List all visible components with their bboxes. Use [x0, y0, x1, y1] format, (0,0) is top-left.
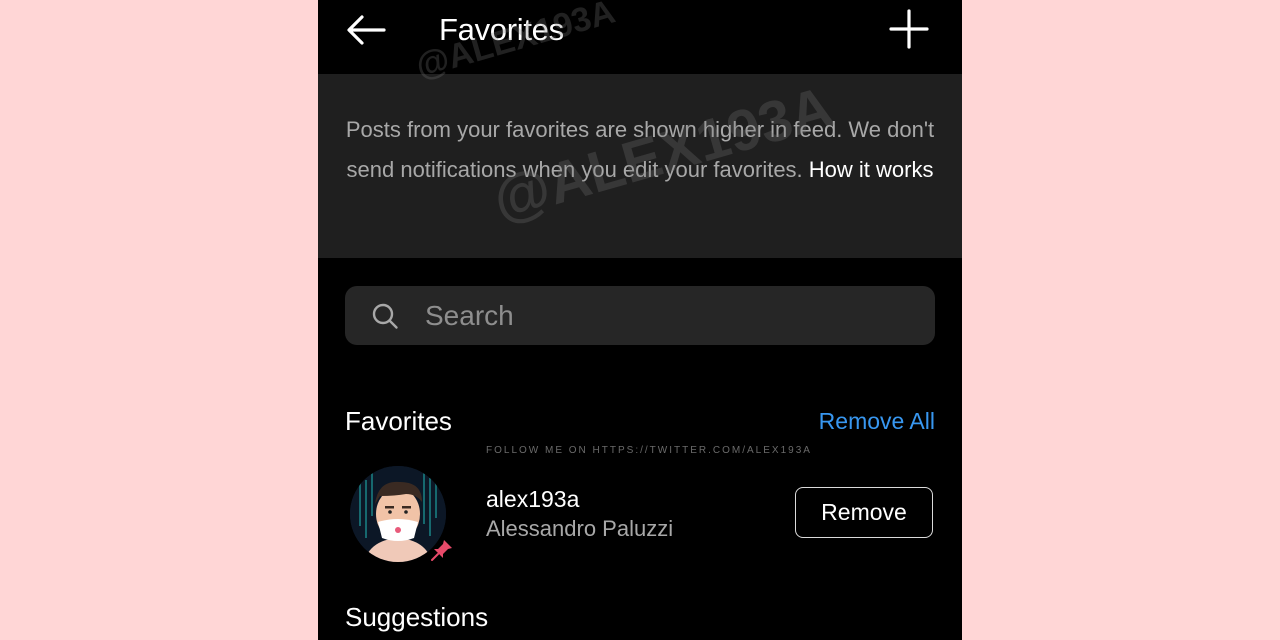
info-text: Posts from your favorites are shown high… [344, 110, 936, 190]
favorites-section-title: Favorites [345, 406, 452, 436]
search-bar[interactable] [345, 286, 935, 345]
add-favorite-button[interactable] [884, 6, 934, 52]
page-title: Favorites [439, 12, 564, 47]
app-screen: Favorites Posts from your favorites are … [318, 0, 962, 640]
arrow-left-icon [347, 15, 386, 45]
how-it-works-link[interactable]: How it works [809, 157, 934, 182]
pin-icon [431, 540, 452, 561]
plus-icon [889, 9, 929, 49]
username: alex193a [486, 486, 580, 512]
watermark-text: FOLLOW ME ON HTTPS://TWITTER.COM/ALEX193… [486, 445, 812, 456]
full-name: Alessandro Paluzzi [486, 516, 674, 541]
search-icon [372, 303, 398, 329]
top-bar: Favorites [318, 0, 962, 74]
suggestions-section-title: Suggestions [345, 602, 489, 632]
back-button[interactable] [342, 8, 390, 52]
remove-all-button[interactable]: Remove All [819, 404, 935, 438]
favorite-list-item[interactable]: alex193a Alessandro Paluzzi Remove [318, 462, 962, 568]
remove-button[interactable]: Remove [795, 487, 933, 538]
search-input[interactable] [425, 286, 905, 345]
info-banner: Posts from your favorites are shown high… [318, 74, 962, 258]
